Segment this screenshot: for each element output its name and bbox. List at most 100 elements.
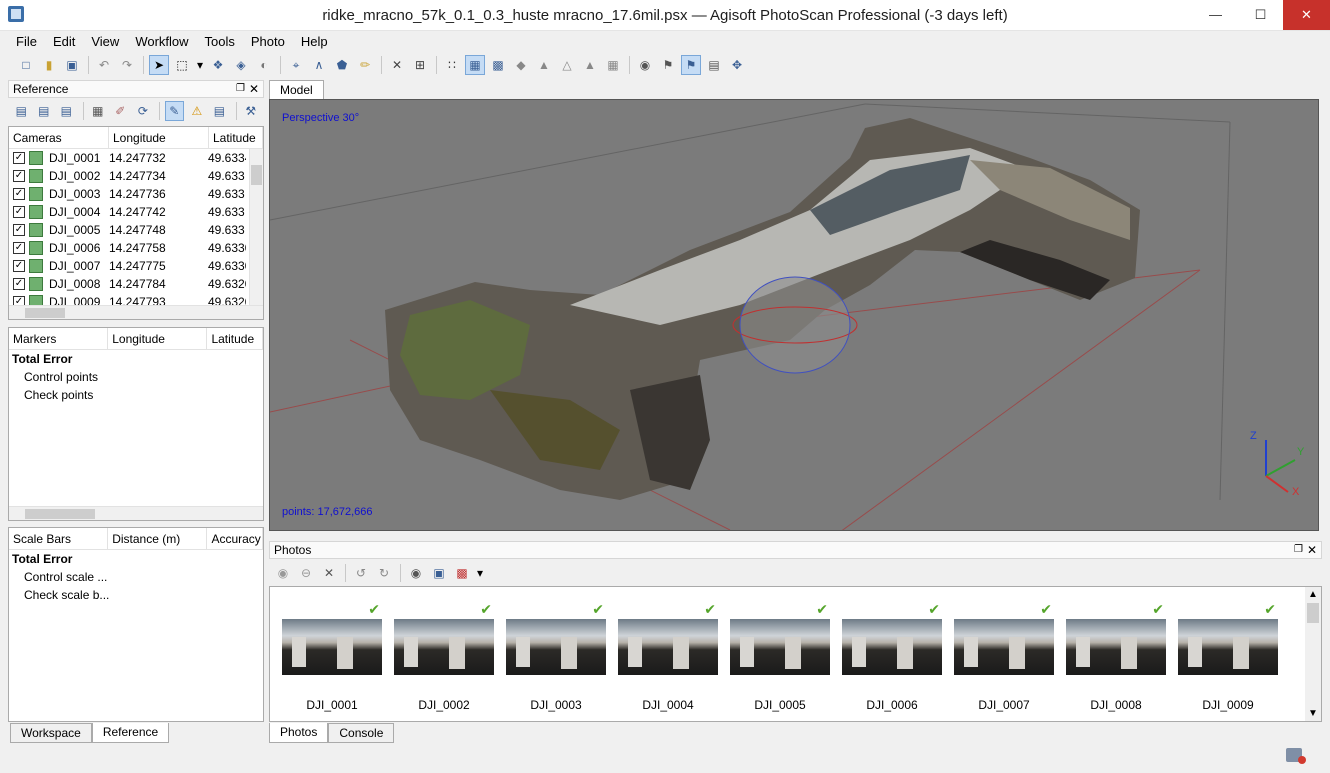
remove-photo-icon[interactable]: ✕: [319, 563, 339, 583]
photo-thumbnail[interactable]: ✔ DJI_0001: [282, 599, 382, 712]
dense-cloud-classes-icon[interactable]: ▩: [488, 55, 508, 75]
column-distance[interactable]: Distance (m): [108, 528, 208, 549]
close-button[interactable]: ✕: [1283, 0, 1330, 30]
photos-vertical-scrollbar[interactable]: ▲ ▼: [1305, 587, 1321, 721]
camera-row[interactable]: ✓ DJI_0004 14.247742 49.633: [9, 203, 263, 221]
scroll-down-icon[interactable]: ▼: [1308, 708, 1318, 719]
markers-horizontal-scrollbar[interactable]: [9, 506, 263, 520]
menu-tools[interactable]: Tools: [197, 31, 243, 52]
menu-help[interactable]: Help: [293, 31, 336, 52]
photo-thumbnail[interactable]: ✔ DJI_0002: [394, 599, 494, 712]
tab-workspace[interactable]: Workspace: [10, 723, 92, 743]
close-panel-icon[interactable]: ✕: [1307, 542, 1317, 558]
model-viewport[interactable]: Perspective 30° points: 17,672,666 Z Y X: [269, 99, 1319, 531]
selection-dropdown-icon[interactable]: ▾: [195, 55, 205, 75]
view-variance-icon[interactable]: ▤: [210, 101, 229, 121]
scroll-up-icon[interactable]: ▲: [1308, 589, 1318, 600]
scroll-thumb[interactable]: [25, 509, 95, 519]
photo-thumbnail[interactable]: ✔ DJI_0005: [730, 599, 830, 712]
camera-row[interactable]: ✓ DJI_0006 14.247758 49.6330: [9, 239, 263, 257]
camera-row[interactable]: ✓ DJI_0002 14.247734 49.633: [9, 167, 263, 185]
draw-polygon-icon[interactable]: ⬟: [332, 55, 352, 75]
import-icon[interactable]: ▤: [12, 101, 31, 121]
navigation-cursor-icon[interactable]: ➤: [149, 55, 169, 75]
ruler-point-icon[interactable]: ⌖: [286, 55, 306, 75]
rectangle-selection-icon[interactable]: ⬚: [172, 55, 192, 75]
camera-checkbox[interactable]: ✓: [13, 260, 25, 272]
column-longitude[interactable]: Longitude: [109, 127, 209, 148]
crop-selection-icon[interactable]: ⊞: [410, 55, 430, 75]
shaded-model-icon[interactable]: ◆: [511, 55, 531, 75]
rotate-left-icon[interactable]: ↺: [351, 563, 371, 583]
solid-model-icon[interactable]: ▲: [534, 55, 554, 75]
camera-row[interactable]: ✓ DJI_0003 14.247736 49.633: [9, 185, 263, 203]
column-longitude[interactable]: Longitude: [108, 328, 208, 349]
maximize-button[interactable]: ☐: [1238, 0, 1283, 30]
check-scale-row[interactable]: Check scale b...: [9, 586, 263, 604]
close-panel-icon[interactable]: ✕: [249, 81, 259, 97]
camera-checkbox[interactable]: ✓: [13, 242, 25, 254]
column-accuracy[interactable]: Accuracy: [207, 528, 263, 549]
calculator-icon[interactable]: ▦: [89, 101, 108, 121]
tab-model[interactable]: Model: [269, 80, 324, 99]
filter-photos-icon[interactable]: ◉: [406, 563, 426, 583]
camera-checkbox[interactable]: ✓: [13, 188, 25, 200]
show-markers-icon[interactable]: ⚑: [658, 55, 678, 75]
camera-row[interactable]: ✓ DJI_0005 14.247748 49.633: [9, 221, 263, 239]
view-source-icon[interactable]: ✎: [165, 101, 184, 121]
show-cameras-icon[interactable]: ◉: [635, 55, 655, 75]
camera-row[interactable]: ✓ DJI_0007 14.247775 49.6330: [9, 257, 263, 275]
photo-thumbnail[interactable]: ✔ DJI_0009: [1178, 599, 1278, 712]
menu-edit[interactable]: Edit: [45, 31, 83, 52]
settings-icon[interactable]: ⚒: [242, 101, 261, 121]
control-scale-row[interactable]: Control scale ...: [9, 568, 263, 586]
camera-checkbox[interactable]: ✓: [13, 224, 25, 236]
column-latitude[interactable]: Latitude: [207, 328, 263, 349]
rotate-right-icon[interactable]: ↻: [374, 563, 394, 583]
column-scale-bars[interactable]: Scale Bars: [9, 528, 109, 549]
disable-photo-icon[interactable]: ⊖: [296, 563, 316, 583]
photo-thumbnail[interactable]: ✔ DJI_0006: [842, 599, 942, 712]
optimize-icon[interactable]: ✐: [111, 101, 130, 121]
photo-thumbnail[interactable]: ✔ DJI_0003: [506, 599, 606, 712]
rotate-region-icon[interactable]: ◐: [254, 55, 274, 75]
menu-workflow[interactable]: Workflow: [127, 31, 196, 52]
delete-selection-icon[interactable]: ✕: [387, 55, 407, 75]
show-region-icon[interactable]: ⚑: [681, 55, 701, 75]
camera-row[interactable]: ✓ DJI_0008 14.247784 49.6320: [9, 275, 263, 293]
convert-icon[interactable]: ▤: [57, 101, 76, 121]
scroll-thumb[interactable]: [251, 165, 262, 185]
menu-view[interactable]: View: [83, 31, 127, 52]
camera-row[interactable]: ✓ DJI_0001 14.247732 49.6334: [9, 149, 263, 167]
enable-photo-icon[interactable]: ◉: [273, 563, 293, 583]
control-points-row[interactable]: Control points: [9, 368, 263, 386]
view-errors-icon[interactable]: ⚠: [188, 101, 207, 121]
scalebars-total-error[interactable]: Total Error: [9, 550, 263, 568]
resize-region-icon[interactable]: ◈: [231, 55, 251, 75]
export-icon[interactable]: ▤: [35, 101, 54, 121]
menu-photo[interactable]: Photo: [243, 31, 293, 52]
new-file-icon[interactable]: □: [16, 55, 36, 75]
photo-thumbnail[interactable]: ✔ DJI_0008: [1066, 599, 1166, 712]
view-mode-icon[interactable]: ▩: [452, 563, 472, 583]
camera-checkbox[interactable]: ✓: [13, 278, 25, 290]
tiled-model-icon[interactable]: ▦: [603, 55, 623, 75]
draw-polyline-icon[interactable]: ∧: [309, 55, 329, 75]
update-icon[interactable]: ⟳: [134, 101, 153, 121]
textured-model-icon[interactable]: ▲: [580, 55, 600, 75]
open-folder-icon[interactable]: ▮: [39, 55, 59, 75]
scroll-thumb[interactable]: [1307, 603, 1319, 623]
wireframe-model-icon[interactable]: △: [557, 55, 577, 75]
ruler-icon[interactable]: ✏: [355, 55, 375, 75]
dense-cloud-icon[interactable]: ▦: [465, 55, 485, 75]
redo-icon[interactable]: ↷: [117, 55, 137, 75]
camera-checkbox[interactable]: ✓: [13, 152, 25, 164]
move-region-icon[interactable]: ❖: [208, 55, 228, 75]
photo-thumbnail[interactable]: ✔ DJI_0007: [954, 599, 1054, 712]
tab-photos[interactable]: Photos: [269, 723, 329, 743]
scroll-thumb[interactable]: [25, 308, 65, 318]
undo-icon[interactable]: ↶: [94, 55, 114, 75]
column-latitude[interactable]: Latitude: [209, 127, 263, 148]
column-cameras[interactable]: Cameras: [9, 127, 109, 148]
check-points-row[interactable]: Check points: [9, 386, 263, 404]
